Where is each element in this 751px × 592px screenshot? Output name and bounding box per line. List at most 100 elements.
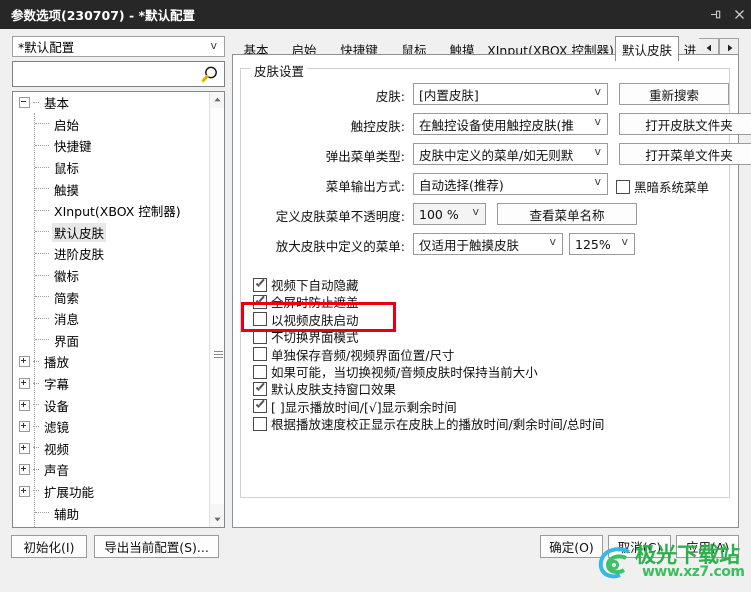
tree-item-播放[interactable]: 播放 [13, 351, 209, 373]
tree-item-label: 滤镜 [44, 420, 70, 436]
tree-item-界面[interactable]: 界面 [13, 330, 209, 352]
form-row-select[interactable]: 皮肤中定义的菜单/如无则默 v [413, 143, 608, 165]
form-row-button[interactable]: 打开菜单文件夹 [619, 143, 751, 165]
tree-item-启始[interactable]: 启始 [13, 114, 209, 136]
tree-item-label: 界面 [54, 333, 80, 349]
checkbox-icon[interactable] [253, 364, 267, 379]
tree-scrollbar-thumb[interactable] [211, 108, 224, 504]
form-row-select[interactable]: [内置皮肤] v [413, 83, 608, 105]
tree-connector-icon [35, 209, 49, 212]
expand-icon[interactable] [19, 485, 30, 497]
tree-item-进阶皮肤[interactable]: 进阶皮肤 [13, 243, 209, 265]
form-row-select[interactable]: 仅适用于触摸皮肤 v [413, 233, 563, 255]
scroll-down-arrow-icon[interactable] [210, 512, 224, 527]
checkbox-option-7[interactable]: [ ]显示播放时间/[√]显示剩余时间 [253, 397, 457, 416]
tree-item-视频[interactable]: 视频 [13, 438, 209, 460]
checkbox-icon[interactable] [253, 416, 267, 431]
tree-item-label: 辅助 [54, 506, 80, 522]
checkbox-icon[interactable] [253, 312, 267, 327]
close-icon[interactable] [727, 0, 751, 29]
tree-item-label: 徽标 [54, 269, 80, 285]
search-icon[interactable] [200, 65, 220, 87]
tree-scrollbar[interactable] [209, 92, 224, 527]
expand-icon[interactable] [19, 356, 30, 368]
checkbox-icon[interactable] [253, 277, 267, 292]
tree-item-快捷键[interactable]: 快捷键 [13, 135, 209, 157]
checkbox-option-0[interactable]: 视频下自动隐藏 [253, 275, 359, 294]
checkbox-option-2[interactable]: 以视频皮肤启动 [253, 310, 359, 329]
tree-item-声音[interactable]: 声音 [13, 459, 209, 481]
checkbox-label: 全屏时防止遮盖 [271, 295, 359, 311]
form-row-button[interactable]: 重新搜索 [619, 83, 729, 105]
window-body: *默认配置 v 基本 启始 快捷键 鼠标 触摸 XInput(XBOX 控制器) 默认皮肤进… [0, 29, 751, 580]
checkbox-icon[interactable] [253, 329, 267, 344]
expand-icon[interactable] [19, 442, 30, 454]
tab-默认皮肤[interactable]: 默认皮肤 [615, 36, 679, 61]
checkbox-icon[interactable] [253, 294, 267, 309]
checkbox-option-1[interactable]: 全屏时防止遮盖 [253, 292, 359, 311]
form-row-select[interactable]: 自动选择(推荐) v [413, 173, 608, 195]
tree-item-扩展功能[interactable]: 扩展功能 [13, 481, 209, 503]
initialize-button[interactable]: 初始化(I) [11, 535, 87, 558]
checkbox-option-5[interactable]: 如果可能，当切换视频/音频皮肤时保持当前大小 [253, 362, 538, 381]
chevron-down-icon: v [472, 205, 479, 218]
checkbox-icon[interactable] [253, 381, 267, 396]
tree-item-鼠标[interactable]: 鼠标 [13, 157, 209, 179]
scrollbar-grip-icon [214, 351, 223, 358]
form-row-label: 放大皮肤中定义的菜单: [275, 239, 405, 254]
cancel-button[interactable]: 取消(C) [608, 535, 671, 558]
settings-tree[interactable]: 基本 启始 快捷键 鼠标 触摸 XInput(XBOX 控制器) 默认皮肤 进阶皮肤徽标 简索消… [12, 91, 225, 528]
window-title: 参数选项(230707) - *默认配置 [11, 8, 196, 23]
tree-item-label: 消息 [54, 312, 80, 328]
tree-item-简索[interactable]: 简索 [13, 286, 209, 308]
tree-item-XInput(XBOX 控制器)[interactable]: XInput(XBOX 控制器) [13, 200, 209, 222]
search-input[interactable] [12, 61, 225, 87]
checkbox-option-3[interactable]: 不切换界面模式 [253, 327, 359, 346]
tree-item-消息[interactable]: 消息 [13, 308, 209, 330]
form-row-0: 皮肤: [内置皮肤] v 重新搜索 [241, 83, 729, 107]
expand-icon[interactable] [19, 421, 30, 433]
checkbox-icon[interactable] [616, 179, 630, 194]
tree-item-滤镜[interactable]: 滤镜 [13, 416, 209, 438]
tree-connector-icon [35, 144, 49, 147]
form-row-1: 触控皮肤: 在触控设备使用触控皮肤(推 v 打开皮肤文件夹 [241, 113, 751, 137]
checkbox-dark-system-menu[interactable]: 黑暗系统菜单 [616, 177, 709, 196]
checkbox-option-8[interactable]: 根据播放速度校正显示在皮肤上的播放时间/剩余时间/总时间 [253, 414, 604, 433]
tree-item-设备[interactable]: 设备 [13, 394, 209, 416]
form-row-select[interactable]: 在触控设备使用触控皮肤(推 v [413, 113, 608, 135]
tree-item-徽标[interactable]: 徽标 [13, 265, 209, 287]
export-config-button[interactable]: 导出当前配置(S)... [94, 535, 219, 558]
form-row-button[interactable]: 查看菜单名称 [497, 203, 637, 225]
form-row-select-secondary[interactable]: 125% v [569, 233, 635, 255]
form-row-label: 皮肤: [375, 89, 405, 104]
collapse-icon[interactable] [19, 97, 30, 109]
checkbox-label: [ ]显示播放时间/[√]显示剩余时间 [271, 399, 457, 415]
apply-button[interactable]: 应用(A) [676, 535, 739, 558]
form-row-select[interactable]: 100 % v [413, 203, 486, 225]
tree-item-基本[interactable]: 基本 [13, 92, 209, 114]
checkbox-icon[interactable] [253, 399, 267, 414]
checkbox-option-6[interactable]: 默认皮肤支持窗口效果 [253, 379, 396, 398]
chevron-down-icon: v [549, 235, 556, 248]
form-row-3: 菜单输出方式: 自动选择(推荐) v 黑暗系统菜单 [241, 173, 729, 197]
form-row-button[interactable]: 打开皮肤文件夹 [619, 113, 751, 135]
profile-select[interactable]: *默认配置 v [12, 36, 225, 57]
pin-icon[interactable] [703, 0, 727, 29]
checkbox-option-4[interactable]: 单独保存音频/视频界面位置/尺寸 [253, 345, 454, 364]
ok-button[interactable]: 确定(O) [540, 535, 603, 558]
watermark-url: www.xz7.com [642, 564, 745, 580]
tree-item-label: 播放 [44, 355, 70, 371]
scroll-up-arrow-icon[interactable] [210, 92, 224, 107]
checkbox-icon[interactable] [253, 347, 267, 362]
tree-item-触摸[interactable]: 触摸 [13, 178, 209, 200]
expand-icon[interactable] [19, 378, 30, 390]
skin-settings-panel: 皮肤设置 皮肤: [内置皮肤] v 重新搜索 触控皮肤: 在触控设备使用触控皮肤(推 v 打开… [232, 54, 751, 528]
expand-icon[interactable] [19, 464, 30, 476]
title-bar: 参数选项(230707) - *默认配置 [0, 0, 751, 29]
tree-connector-icon [35, 274, 49, 277]
tree-item-存档[interactable]: 存档 [13, 524, 209, 527]
tree-item-字幕[interactable]: 字幕 [13, 373, 209, 395]
tree-item-辅助[interactable]: 辅助 [13, 502, 209, 524]
expand-icon[interactable] [19, 399, 30, 411]
tree-item-默认皮肤[interactable]: 默认皮肤 [13, 222, 209, 244]
